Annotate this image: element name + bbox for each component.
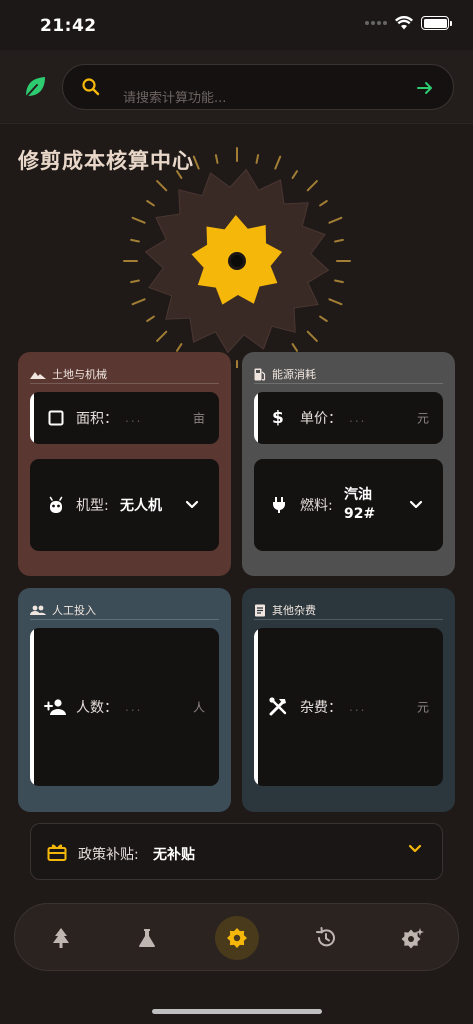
tree-icon [53, 928, 69, 948]
divider [30, 383, 219, 384]
chevron-down-icon[interactable] [409, 500, 423, 510]
battery-icon [421, 16, 452, 30]
gas-pump-icon [254, 368, 266, 381]
energy-card-title: 能源消耗 [272, 368, 316, 381]
labor-card: 人工投入 人数： ... 人 [18, 588, 231, 812]
saw-blade-gear-icon [123, 147, 351, 368]
policy-subsidy-label: 政策补贴: [78, 847, 139, 863]
misc-card-title: 其他杂费 [272, 604, 316, 617]
energy-card: 能源消耗 $ 单价： ... 元 燃料: 汽油 92# [242, 352, 455, 576]
policy-subsidy-value[interactable]: 无补贴 [153, 844, 195, 864]
fuel-value-line1: 汽油 [344, 487, 372, 503]
misc-fee-field[interactable]: 杂费： ... 元 [254, 628, 443, 786]
home-indicator [152, 1009, 322, 1014]
wifi-icon [395, 16, 413, 30]
top-bar: 请搜索计算功能... [0, 50, 473, 124]
labor-card-header: 人工投入 [30, 602, 96, 618]
area-unit: 亩 [192, 411, 205, 426]
fuel-select[interactable]: 燃料: 汽油 92# [254, 459, 443, 551]
misc-fees-card: 其他杂费 杂费： ... 元 [242, 588, 455, 812]
plug-icon [273, 497, 285, 513]
misc-card-header: 其他杂费 [254, 602, 316, 618]
arrow-right-icon[interactable] [415, 78, 435, 98]
settings-sparkle-icon [401, 928, 424, 949]
tab-history[interactable] [304, 916, 348, 960]
tab-tree[interactable] [39, 916, 83, 960]
labor-card-title: 人工投入 [52, 604, 96, 617]
machine-model-value[interactable]: 无人机 [120, 495, 162, 515]
fuel-value[interactable]: 汽油 92# [344, 486, 375, 524]
chevron-down-icon[interactable] [408, 844, 422, 854]
tab-calculator[interactable] [215, 916, 259, 960]
square-icon [48, 410, 64, 426]
misc-fee-input[interactable]: ... [349, 700, 366, 714]
area-field[interactable]: 面积： ... 亩 [30, 392, 219, 444]
status-icons [365, 16, 452, 30]
divider [30, 619, 219, 620]
area-label: 面积： [76, 411, 118, 427]
policy-subsidy-select[interactable]: 政策补贴: 无补贴 [30, 823, 443, 880]
worker-count-unit: 人 [192, 700, 205, 715]
machine-model-select[interactable]: 机型: 无人机 [30, 459, 219, 551]
divider [254, 383, 443, 384]
mountain-icon [30, 372, 46, 379]
tools-icon [269, 697, 287, 716]
receipt-icon [255, 604, 265, 616]
tab-settings[interactable] [391, 916, 435, 960]
land-machinery-card: 土地与机械 面积： ... 亩 机型: 无人机 [18, 352, 231, 576]
unit-price-unit: 元 [416, 411, 429, 426]
fuel-value-line2: 92# [344, 506, 376, 522]
search-icon [82, 78, 100, 96]
search-input[interactable]: 请搜索计算功能... [123, 87, 226, 106]
unit-price-input[interactable]: ... [349, 411, 366, 425]
gift-icon [47, 844, 67, 861]
signal-icon [365, 21, 387, 25]
chevron-down-icon[interactable] [185, 500, 199, 510]
misc-fee-unit: 元 [416, 700, 429, 715]
worker-count-label: 人数： [76, 700, 118, 716]
worker-count-input[interactable]: ... [125, 700, 142, 714]
misc-fee-label: 杂费： [300, 700, 342, 716]
search-bar[interactable]: 请搜索计算功能... [62, 64, 454, 110]
divider [254, 619, 443, 620]
land-card-header: 土地与机械 [30, 366, 107, 382]
tab-lab[interactable] [125, 916, 169, 960]
status-bar: 21:42 [0, 0, 473, 50]
dollar-icon: $ [272, 408, 284, 428]
leaf-logo-icon[interactable] [22, 74, 48, 100]
status-time: 21:42 [40, 16, 97, 36]
machine-model-label: 机型: [76, 498, 109, 514]
add-person-icon [44, 699, 66, 715]
gear-icon [227, 928, 247, 948]
unit-price-label: 单价： [300, 411, 342, 427]
fuel-label: 燃料: [300, 498, 333, 514]
land-card-title: 土地与机械 [52, 368, 107, 381]
unit-price-field[interactable]: $ 单价： ... 元 [254, 392, 443, 444]
history-icon [316, 927, 335, 947]
people-icon [30, 605, 46, 615]
worker-count-field[interactable]: 人数： ... 人 [30, 628, 219, 786]
bottom-tab-bar [14, 903, 459, 971]
area-input[interactable]: ... [125, 411, 142, 425]
robot-icon [49, 496, 63, 513]
energy-card-header: 能源消耗 [254, 366, 316, 382]
flask-icon [139, 929, 155, 947]
